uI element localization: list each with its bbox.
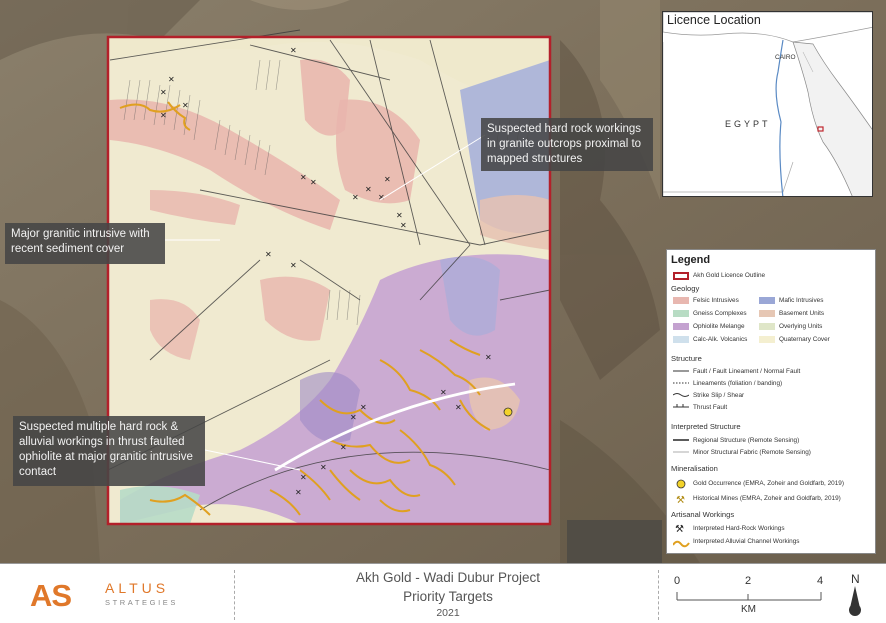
svg-text:✕: ✕: [384, 175, 391, 184]
footer-divider-right: [658, 570, 659, 620]
scale-label-2: 2: [745, 575, 752, 587]
svg-text:✕: ✕: [290, 46, 297, 55]
map-footer: AS ALTUS STRATEGIES Akh Gold - Wadi Dubu…: [0, 563, 886, 623]
logo-as: AS: [30, 578, 72, 613]
svg-text:✕: ✕: [485, 353, 492, 362]
map-year: 2021: [436, 607, 460, 619]
legend-thrust: Thrust Fault: [693, 404, 728, 411]
svg-text:⚒: ⚒: [676, 495, 685, 506]
svg-text:✕: ✕: [300, 473, 307, 482]
legend-geology-title: Geology: [671, 284, 700, 293]
inset-country-label: EGYPT: [725, 119, 771, 129]
legend-calc-alk: Calc-Alk. Volcanics: [693, 336, 748, 343]
legend-overlying: Overlying Units: [779, 323, 823, 330]
inset-title: Licence Location: [667, 13, 761, 27]
svg-text:✕: ✕: [160, 111, 167, 120]
north-arrow-icon: [849, 586, 861, 616]
legend-strike-slip: Strike Slip / Shear: [693, 392, 745, 399]
legend-fault: Fault / Fault Lineament / Normal Fault: [693, 368, 801, 375]
svg-text:✕: ✕: [310, 178, 317, 187]
scale-bar: [676, 592, 822, 601]
swatch-gneiss: [673, 310, 689, 317]
svg-text:✕: ✕: [350, 413, 357, 422]
svg-text:✕: ✕: [360, 403, 367, 412]
legend-felsic: Felsic Intrusives: [693, 297, 739, 304]
licence-outline-swatch: [673, 272, 689, 280]
legend-artisanal-title: Artisanal Workings: [671, 510, 735, 519]
svg-text:✕: ✕: [352, 193, 359, 202]
svg-text:✕: ✕: [290, 261, 297, 270]
artisanal-symbols: ⚒: [673, 524, 690, 548]
legend-hard-rock: Interpreted Hard-Rock Workings: [693, 525, 785, 532]
legend-gneiss: Gneiss Complexes: [693, 310, 747, 317]
interpreted-symbols: [673, 439, 689, 453]
swatch-felsic: [673, 297, 689, 304]
gold-occurrence-marker: [503, 407, 513, 417]
legend-gold-occurrence: Gold Occurrence (EMRA, Zoheir and Goldfa…: [693, 480, 844, 487]
legend-title: Legend: [671, 254, 711, 266]
svg-text:✕: ✕: [265, 250, 272, 259]
callout-ophiolite-workings: Suspected multiple hard rock & alluvial …: [13, 416, 205, 486]
svg-text:✕: ✕: [182, 101, 189, 110]
legend-mafic: Mafic Intrusives: [779, 297, 824, 304]
svg-text:✕: ✕: [365, 185, 372, 194]
svg-text:✕: ✕: [340, 443, 347, 452]
legend-minor: Minor Structural Fabric (Remote Sensing): [693, 449, 811, 456]
legend-basement: Basement Units: [779, 310, 825, 317]
swatch-basement: [759, 310, 775, 317]
legend-structure-title: Structure: [671, 354, 702, 363]
map-title: Akh Gold - Wadi Dubur Project: [355, 570, 541, 585]
legend-licence-outline: Akh Gold Licence Outline: [693, 272, 766, 279]
north-label: N: [851, 572, 860, 586]
scale-label-4: 4: [817, 575, 824, 587]
logo-strategies: STRATEGIES: [105, 598, 178, 607]
mineral-symbols: ⚒: [676, 479, 686, 506]
legend-quaternary: Quaternary Cover: [779, 336, 830, 343]
inset-city-label: CAIRO: [775, 54, 796, 61]
legend-interpreted-title: Interpreted Structure: [671, 422, 741, 431]
svg-text:✕: ✕: [320, 463, 327, 472]
swatch-ophiolite: [673, 323, 689, 330]
logo-altus: ALTUS: [105, 580, 170, 596]
scale-unit: KM: [741, 604, 756, 615]
svg-text:⚒: ⚒: [675, 524, 684, 535]
scale-label-0: 0: [674, 575, 681, 587]
legend-ophiolite: Ophiolite Melange: [693, 323, 745, 330]
svg-text:✕: ✕: [396, 211, 403, 220]
legend-mineral-title: Mineralisation: [671, 464, 718, 473]
legend-regional: Regional Structure (Remote Sensing): [693, 437, 800, 444]
legend-alluvial: Interpreted Alluvial Channel Workings: [693, 538, 800, 545]
dark-patch: [567, 520, 662, 563]
swatch-calc-alk: [673, 336, 689, 343]
swatch-overlying: [759, 323, 775, 330]
swatch-quaternary: [759, 336, 775, 343]
svg-text:✕: ✕: [440, 388, 447, 397]
legend-historical-mines: Historical Mines (EMRA, Zoheir and Goldf…: [693, 495, 841, 502]
callout-granitic-intrusive: Major granitic intrusive with recent sed…: [5, 223, 165, 264]
map-subtitle: Priority Targets: [403, 589, 493, 604]
callout-hard-rock-granite: Suspected hard rock workings in granite …: [481, 118, 653, 171]
svg-text:✕: ✕: [160, 88, 167, 97]
licence-location-inset: Licence Location CAIRO EGYPT: [662, 11, 873, 197]
map-legend: Legend Akh Gold Licence Outline Geology …: [666, 249, 876, 554]
svg-text:✕: ✕: [400, 221, 407, 230]
inset-map: [663, 12, 872, 196]
svg-text:✕: ✕: [300, 173, 307, 182]
swatch-mafic: [759, 297, 775, 304]
svg-text:✕: ✕: [295, 488, 302, 497]
structure-symbols: [673, 370, 689, 408]
legend-lineaments: Lineaments (foliation / banding): [693, 380, 783, 387]
footer-divider: [234, 570, 235, 620]
svg-text:✕: ✕: [455, 403, 462, 412]
svg-text:✕: ✕: [168, 75, 175, 84]
